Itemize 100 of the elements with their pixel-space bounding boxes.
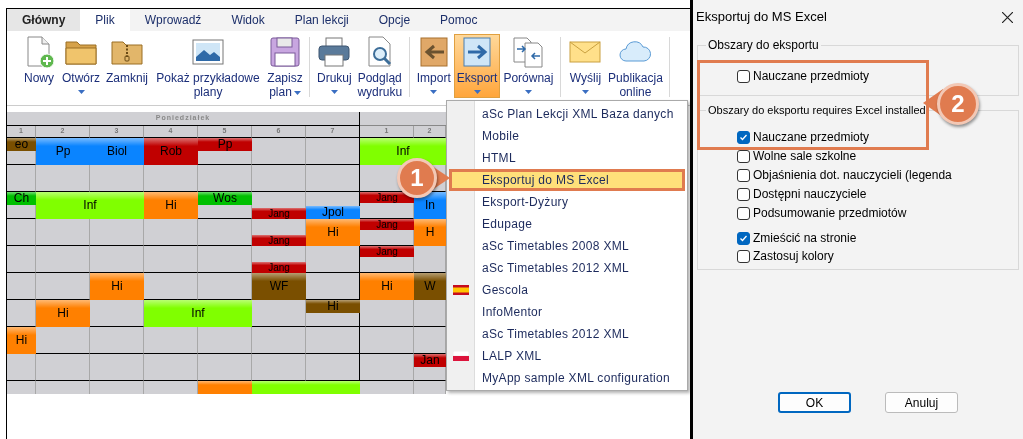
caret-icon xyxy=(77,90,85,94)
ribbon-button[interactable]: Porównaj xyxy=(500,34,557,98)
menu-item[interactable]: aSc Timetables 2008 XML xyxy=(447,235,687,257)
timetable-cell xyxy=(7,246,36,273)
ribbon-button[interactable]: Import xyxy=(413,34,454,98)
lesson-block[interactable]: Hi xyxy=(306,219,360,246)
menu-item[interactable]: aSc Timetables 2012 XML xyxy=(447,257,687,279)
ribbon-button[interactable]: Zamknij xyxy=(103,34,152,98)
close-icon[interactable] xyxy=(1002,11,1013,23)
timetable-cell xyxy=(306,354,360,381)
checkbox-label: Zastosuj kolory xyxy=(753,248,834,265)
ribbon-tab[interactable]: Opcje xyxy=(363,9,426,31)
menu-item[interactable]: Gescola xyxy=(447,279,687,301)
dialog-title: Eksportuj do MS Excel xyxy=(696,8,827,27)
check-icon xyxy=(739,233,748,243)
ribbon-tab[interactable]: Pomoc xyxy=(425,9,493,31)
lesson-block[interactable]: In xyxy=(414,192,446,219)
checkbox-label: Nauczane przedmioty xyxy=(753,68,870,85)
ribbon-tab[interactable]: Plik xyxy=(80,9,130,31)
ribbon-button[interactable]: Drukuj xyxy=(314,34,355,98)
timetable-cell xyxy=(90,219,144,246)
timetable-cell xyxy=(306,138,360,165)
menu-item[interactable]: InfoMentor xyxy=(447,301,687,323)
lesson-block[interactable]: Hi xyxy=(36,300,90,327)
checkbox-label: Zmieścić na stronie xyxy=(753,230,857,247)
timetable-cell xyxy=(306,273,360,300)
checkbox-label: Dostępni nauczyciele xyxy=(753,186,867,203)
timetable-cell xyxy=(198,354,252,381)
group-legend: Obszary do eksportu requires Excel installed xyxy=(706,103,928,119)
timetable-cell xyxy=(36,354,90,381)
lesson-block[interactable]: Ch xyxy=(7,192,36,205)
timetable-cell xyxy=(36,165,90,192)
timetable-cell xyxy=(252,165,306,192)
lesson-block[interactable]: Wos xyxy=(198,192,252,205)
lesson-block[interactable]: Jpol xyxy=(306,206,360,219)
lesson-block[interactable]: Hi xyxy=(360,273,414,300)
flag-icon xyxy=(453,285,469,295)
ribbon-tab[interactable]: Wprowadź xyxy=(129,9,217,31)
ribbon-button[interactable]: Pokaż przykładowe plany xyxy=(151,34,266,100)
menu-item[interactable]: aSc Plan Lekcji XML Baza danych xyxy=(447,103,687,125)
caret-icon xyxy=(430,90,438,94)
checkbox[interactable] xyxy=(737,69,750,83)
checkbox[interactable] xyxy=(737,168,750,182)
checkbox[interactable] xyxy=(737,130,750,144)
timetable-cell xyxy=(198,273,252,300)
timetable-cell xyxy=(306,165,360,192)
checkbox-label: Objaśnienia dot. nauczycieli (legenda xyxy=(753,167,952,184)
dialog-button[interactable]: OK xyxy=(778,392,851,413)
timetable-cell xyxy=(36,327,90,354)
checkbox[interactable] xyxy=(737,187,750,201)
ribbon-tab[interactable]: Widok xyxy=(216,9,280,31)
lesson-block[interactable]: Hi xyxy=(7,327,36,354)
ribbon-button[interactable]: Wyślij xyxy=(565,34,606,98)
menu-item[interactable]: Edupage xyxy=(447,213,687,235)
caret-icon xyxy=(293,90,301,95)
menu-item[interactable]: HTML xyxy=(447,147,687,169)
lesson-block[interactable]: Inf xyxy=(144,300,252,327)
checkbox[interactable] xyxy=(737,249,750,263)
menu-item[interactable]: MyApp sample XML configuration xyxy=(447,367,687,389)
ribbon-button[interactable]: Podgląd wydruku xyxy=(354,34,405,100)
lesson-block[interactable]: Pp xyxy=(36,138,90,165)
ribbon-tab[interactable]: Plan lekcji xyxy=(279,9,364,31)
timetable-cell xyxy=(360,300,414,327)
timetable-cell xyxy=(144,246,198,273)
menu-item[interactable]: Eksportuj do MS Excel xyxy=(449,169,685,191)
menu-item[interactable]: Eksport-Dyżury xyxy=(447,191,687,213)
menu-item[interactable]: LALP XML xyxy=(447,345,687,367)
timetable-cell xyxy=(198,327,252,354)
timetable-cell xyxy=(7,273,36,300)
ribbon-button[interactable]: Otwórz xyxy=(59,34,103,98)
lesson-block[interactable]: H xyxy=(414,219,446,246)
timetable-cell xyxy=(90,300,144,327)
lesson-block[interactable]: Inf xyxy=(36,192,144,219)
app-menu-tab[interactable]: Główny xyxy=(7,9,81,31)
lesson-block[interactable]: Hi xyxy=(144,192,198,219)
timetable-cell xyxy=(7,219,36,246)
checkbox[interactable] xyxy=(737,206,750,220)
timetable-cell xyxy=(7,165,36,192)
lesson-block[interactable]: Biol xyxy=(90,138,144,165)
timetable-cell xyxy=(144,165,198,192)
timetable-cell xyxy=(90,354,144,381)
ribbon-button[interactable]: Nowy xyxy=(19,34,59,98)
caret-icon xyxy=(524,90,532,94)
timetable-cell xyxy=(36,273,90,300)
timetable-cell xyxy=(144,327,198,354)
ribbon-button[interactable]: Zapisz plan xyxy=(265,34,306,100)
menu-item[interactable]: aSc Timetables 2012 XML xyxy=(447,323,687,345)
checkbox[interactable] xyxy=(737,231,750,245)
check-icon xyxy=(739,132,748,142)
lesson-block[interactable]: Hi xyxy=(90,273,144,300)
dialog-button[interactable]: Anuluj xyxy=(885,392,958,413)
printer-icon xyxy=(317,35,352,69)
menu-item[interactable]: Mobile xyxy=(447,125,687,147)
timetable-cell xyxy=(144,219,198,246)
timetable-cell xyxy=(360,327,414,354)
ribbon-button[interactable]: Publikacja online xyxy=(605,34,666,100)
timetable-cell xyxy=(360,354,414,381)
lesson-block[interactable]: Inf xyxy=(360,138,446,165)
flag-icon xyxy=(453,351,469,361)
ribbon-button[interactable]: Eksport xyxy=(453,34,501,98)
